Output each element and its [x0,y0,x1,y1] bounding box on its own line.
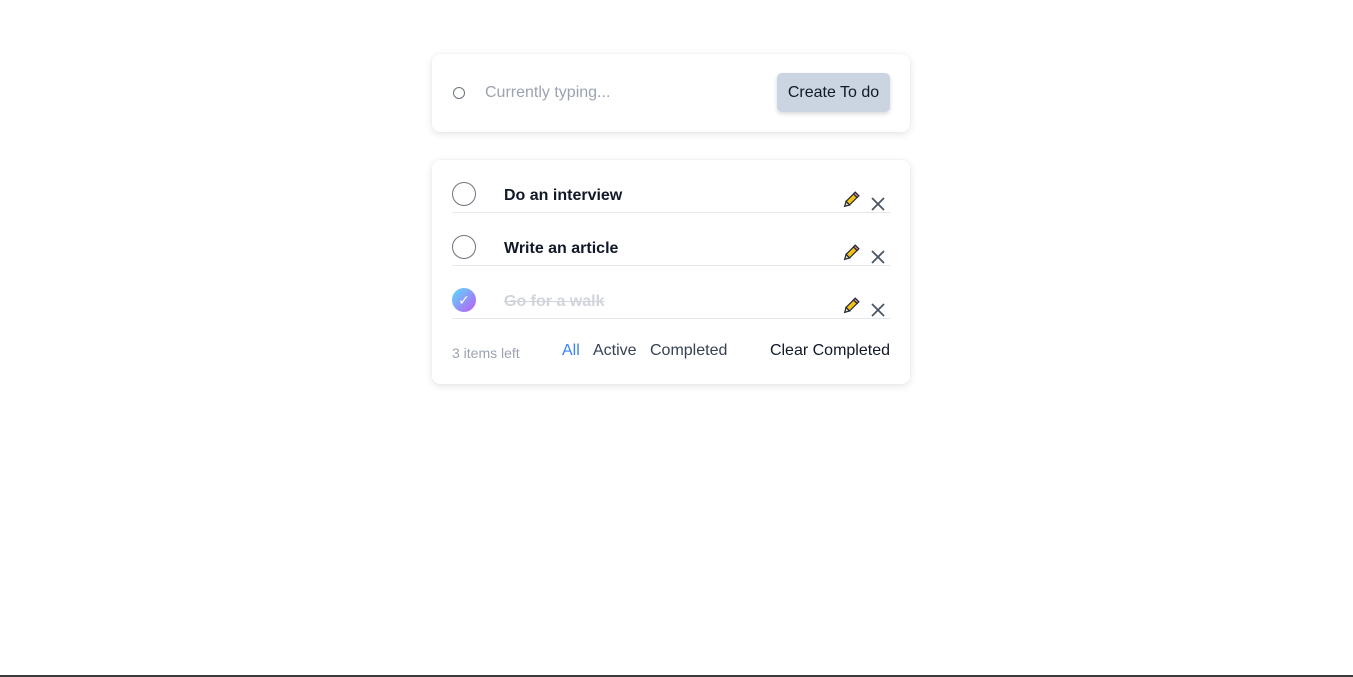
circle-icon [453,87,465,99]
pencil-icon[interactable] [841,296,861,316]
close-icon[interactable] [870,196,886,212]
todo-text: Do an interview [504,187,623,204]
create-todo-button[interactable]: Create To do [777,73,890,112]
todo-item: ✓ Go for a walk [452,266,890,319]
todo-text: Go for a walk [504,293,605,310]
pencil-icon[interactable] [841,190,861,210]
clear-completed-button[interactable]: Clear Completed [770,342,890,360]
filter-completed[interactable]: Completed [650,342,727,360]
close-icon[interactable] [870,302,886,318]
pencil-icon[interactable] [841,243,861,263]
items-left-count: 3 items left [452,345,520,361]
new-todo-input[interactable] [485,80,745,106]
new-todo-card: Create To do [432,54,910,132]
todo-checkbox-checked[interactable]: ✓ [452,288,476,312]
todo-footer: 3 items left All Active Completed Clear … [452,342,890,364]
todo-checkbox[interactable] [452,235,476,259]
todo-checkbox[interactable] [452,182,476,206]
page: Create To do Do an interview Write an ar… [0,0,1353,677]
todo-list-card: Do an interview Write an article ✓ Go fo… [432,160,910,384]
filter-all[interactable]: All [562,342,580,360]
close-icon[interactable] [870,249,886,265]
todo-item: Do an interview [452,160,890,213]
todo-item: Write an article [452,213,890,266]
todo-text: Write an article [504,240,619,257]
filter-active[interactable]: Active [593,342,637,360]
